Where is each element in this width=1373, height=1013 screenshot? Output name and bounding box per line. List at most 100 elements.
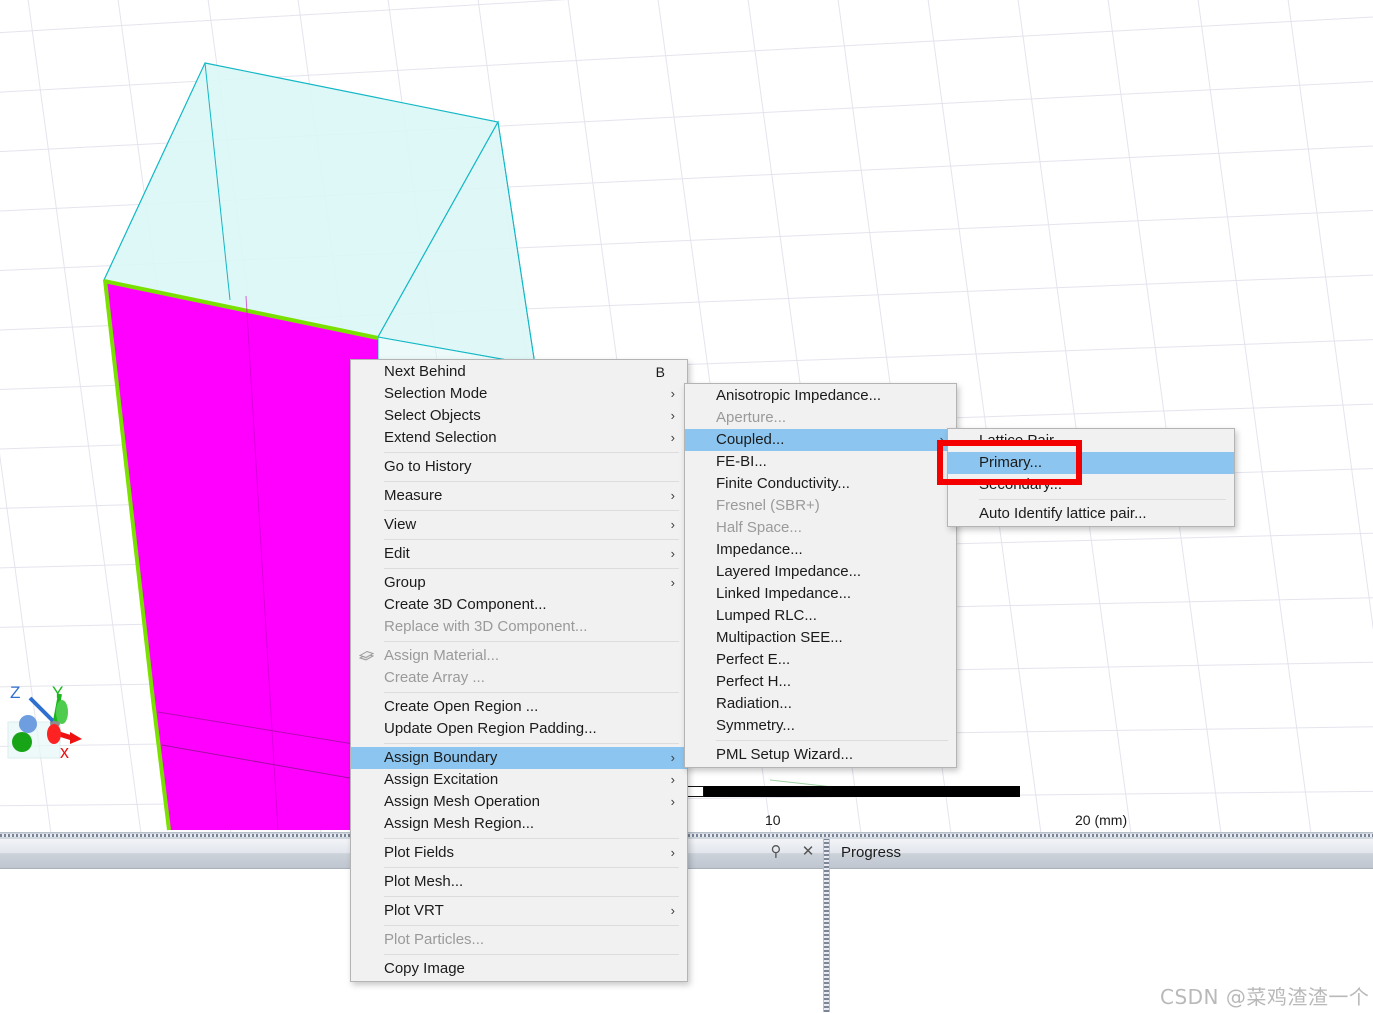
menu-item-label: Go to History <box>384 458 472 475</box>
menu-item-select-objects[interactable]: Select Objects › <box>351 405 687 427</box>
menu-item-label: Replace with 3D Component... <box>384 618 588 635</box>
menu-item-label: Assign Boundary <box>384 749 498 766</box>
chevron-right-icon: › <box>670 488 675 503</box>
menu-item-label: Extend Selection <box>384 429 497 446</box>
chevron-right-icon: › <box>670 430 675 445</box>
boundary-item-label: Layered Impedance... <box>716 563 862 580</box>
menu-separator <box>384 641 679 642</box>
boundary-item-label: Perfect E... <box>716 651 791 668</box>
menu-item-label: Create Array ... <box>384 669 485 686</box>
menu-item-assign-mesh-region[interactable]: Assign Mesh Region... <box>351 813 687 835</box>
menu-item-label: Group <box>384 574 426 591</box>
boundary-item-label: Symmetry... <box>716 717 795 734</box>
boundary-item-label: Perfect H... <box>716 673 792 690</box>
boundary-item-lumped-rlc[interactable]: Lumped RLC... <box>685 605 956 627</box>
menu-separator <box>384 692 679 693</box>
menu-item-label: Select Objects <box>384 407 481 424</box>
boundary-item-impedance[interactable]: Impedance... <box>685 539 956 561</box>
chevron-right-icon: › <box>670 845 675 860</box>
boundary-item-anisotropic-impedance[interactable]: Anisotropic Impedance... <box>685 385 956 407</box>
menu-item-group[interactable]: Group › <box>351 572 687 594</box>
chevron-right-icon: › <box>670 794 675 809</box>
boundary-item-linked-impedance[interactable]: Linked Impedance... <box>685 583 956 605</box>
box-selected-face <box>104 280 378 830</box>
modeler-context-menu[interactable]: Next Behind B Selection Mode › Select Object… <box>350 359 688 982</box>
boundary-item-multipaction-see[interactable]: Multipaction SEE... <box>685 627 956 649</box>
close-icon[interactable]: ✕ <box>799 842 817 862</box>
menu-separator <box>384 925 679 926</box>
menu-item-plot-fields[interactable]: Plot Fields › <box>351 842 687 864</box>
menu-item-create-array: Create Array ... <box>351 667 687 689</box>
menu-item-plot-mesh[interactable]: Plot Mesh... <box>351 871 687 893</box>
menu-separator <box>384 510 679 511</box>
menu-item-label: Next Behind <box>384 363 466 380</box>
menu-item-assign-mesh-operation[interactable]: Assign Mesh Operation › <box>351 791 687 813</box>
menu-item-copy-image[interactable]: Copy Image <box>351 958 687 980</box>
boundary-item-symmetry[interactable]: Symmetry... <box>685 715 956 737</box>
boundary-item-coupled[interactable]: Coupled... › <box>685 429 956 451</box>
annotation-highlight-box <box>937 440 1082 485</box>
boundary-item-fresnel-sbr: Fresnel (SBR+) <box>685 495 956 517</box>
menu-item-label: View <box>384 516 417 533</box>
boundary-item-label: Aperture... <box>716 409 787 426</box>
menu-item-label: Measure <box>384 487 443 504</box>
boundary-item-fe-bi[interactable]: FE-BI... <box>685 451 956 473</box>
menu-item-create-open-region[interactable]: Create Open Region ... <box>351 696 687 718</box>
menu-item-extend-selection[interactable]: Extend Selection › <box>351 427 687 449</box>
menu-item-plot-particles: Plot Particles... <box>351 929 687 951</box>
menu-item-label: Assign Mesh Operation <box>384 793 540 810</box>
menu-separator <box>384 743 679 744</box>
menu-item-plot-vrt[interactable]: Plot VRT › <box>351 900 687 922</box>
boundary-item-pml-setup-wizard[interactable]: PML Setup Wizard... <box>685 744 956 766</box>
menu-item-label: Create Open Region ... <box>384 698 539 715</box>
menu-separator <box>384 481 679 482</box>
vertical-splitter[interactable] <box>823 839 830 1012</box>
coupled-item-auto-identify-lattice-pair[interactable]: Auto Identify lattice pair... <box>948 503 1234 525</box>
menu-item-label: Plot Fields <box>384 844 455 861</box>
menu-item-assign-boundary[interactable]: Assign Boundary › <box>351 747 687 769</box>
menu-item-create-3d-component[interactable]: Create 3D Component... <box>351 594 687 616</box>
boundary-item-label: Finite Conductivity... <box>716 475 850 492</box>
menu-item-assign-excitation[interactable]: Assign Excitation › <box>351 769 687 791</box>
scale-bar: 10 20 (mm) <box>610 786 1170 832</box>
chevron-right-icon: › <box>670 408 675 423</box>
menu-item-label: Plot Particles... <box>384 931 485 948</box>
menu-item-label: Selection Mode <box>384 385 488 402</box>
boundary-item-finite-conductivity[interactable]: Finite Conductivity... <box>685 473 956 495</box>
menu-item-selection-mode[interactable]: Selection Mode › <box>351 383 687 405</box>
scale-tick-10: 10 <box>765 812 781 828</box>
menu-item-measure[interactable]: Measure › <box>351 485 687 507</box>
menu-item-view[interactable]: View › <box>351 514 687 536</box>
menu-item-update-open-region-padding[interactable]: Update Open Region Padding... <box>351 718 687 740</box>
pin-icon[interactable]: ⚲ <box>767 842 785 862</box>
menu-item-go-to-history[interactable]: Go to History <box>351 456 687 478</box>
menu-item-label: Assign Excitation <box>384 771 499 788</box>
axis-x-label: x <box>60 742 69 762</box>
progress-pane-title: Progress <box>841 844 902 861</box>
boundary-item-perfect-h[interactable]: Perfect H... <box>685 671 956 693</box>
boundary-item-label: FE-BI... <box>716 453 767 470</box>
material-icon <box>358 648 375 663</box>
boundary-item-perfect-e[interactable]: Perfect E... <box>685 649 956 671</box>
menu-item-edit[interactable]: Edit › <box>351 543 687 565</box>
menu-item-next-behind[interactable]: Next Behind B <box>351 361 687 383</box>
chevron-right-icon: › <box>670 386 675 401</box>
menu-item-label: Edit <box>384 545 410 562</box>
boundary-item-label: PML Setup Wizard... <box>716 746 853 763</box>
chevron-right-icon: › <box>670 575 675 590</box>
boundary-item-layered-impedance[interactable]: Layered Impedance... <box>685 561 956 583</box>
scale-tick-20: 20 (mm) <box>1075 812 1128 828</box>
axis-triad: Z Y x <box>7 683 82 762</box>
assign-boundary-submenu[interactable]: Anisotropic Impedance... Aperture... Coupl… <box>684 383 957 768</box>
boundary-item-label: Fresnel (SBR+) <box>716 497 820 514</box>
boundary-item-label: Half Space... <box>716 519 802 536</box>
boundary-item-label: Lumped RLC... <box>716 607 817 624</box>
chevron-right-icon: › <box>670 750 675 765</box>
menu-separator <box>384 539 679 540</box>
menu-item-label: Assign Material... <box>384 647 500 664</box>
menu-item-assign-material: Assign Material... <box>351 645 687 667</box>
menu-item-label: Assign Mesh Region... <box>384 815 535 832</box>
menu-separator <box>384 838 679 839</box>
boundary-item-radiation[interactable]: Radiation... <box>685 693 956 715</box>
menu-item-replace-with-3d-component: Replace with 3D Component... <box>351 616 687 638</box>
